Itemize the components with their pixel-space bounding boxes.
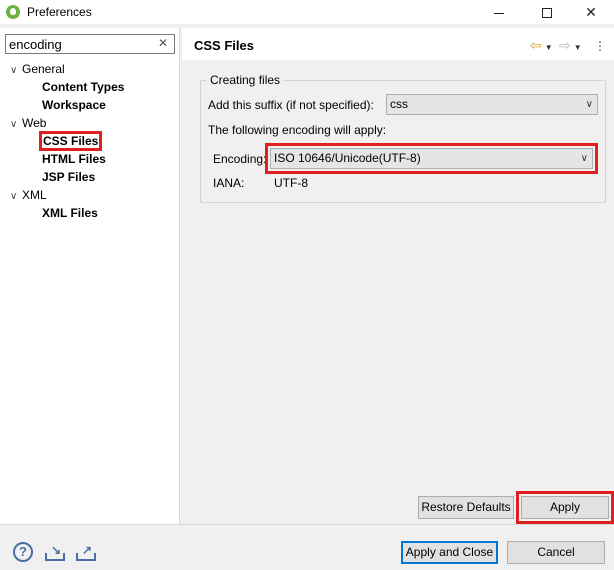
encoding-value: ISO 10646/Unicode(UTF-8) <box>274 151 421 165</box>
dropdown-icon[interactable]: ▼ <box>574 43 582 52</box>
minimize-button[interactable] <box>476 0 522 24</box>
export-icon[interactable]: ↗ <box>75 543 97 561</box>
import-icon[interactable]: ↘ <box>44 543 66 561</box>
tree-item-general[interactable]: ∨ General <box>10 60 65 78</box>
suffix-value: css <box>390 97 408 111</box>
iana-value: UTF-8 <box>274 176 308 190</box>
chevron-down-icon[interactable]: ∨ <box>10 116 22 134</box>
window-title: Preferences <box>27 5 92 19</box>
tree-item-label: CSS Files <box>38 131 103 151</box>
close-button[interactable]: ✕ <box>568 0 614 24</box>
page-navigation: ⇦ ▼ ⇨ ▼ ⋮ <box>530 37 606 54</box>
creating-files-group: Creating files <box>200 73 606 203</box>
chevron-down-icon[interactable]: ∨ <box>586 95 593 114</box>
tree-item-label: Web <box>22 116 47 130</box>
iana-label: IANA: <box>213 176 245 190</box>
forward-arrow-icon[interactable]: ⇨ <box>559 37 571 53</box>
suffix-select[interactable]: css ∨ <box>386 94 598 115</box>
tree-item-xml-files[interactable]: XML Files <box>42 204 98 222</box>
help-icon[interactable]: ? <box>13 542 33 562</box>
back-arrow-icon[interactable]: ⇦ <box>530 37 542 53</box>
filter-input[interactable] <box>9 36 154 52</box>
page-header: CSS Files ⇦ ▼ ⇨ ▼ ⋮ <box>182 28 614 60</box>
encoding-select[interactable]: ISO 10646/Unicode(UTF-8) ∨ <box>265 143 598 174</box>
maximize-button[interactable] <box>524 0 570 24</box>
preference-tree-panel: ✕ ∨General Content Types Workspace ∨Web … <box>0 28 180 524</box>
spring-app-icon <box>6 5 20 19</box>
encoding-note: The following encoding will apply: <box>208 123 387 137</box>
tree-item-label: Content Types <box>42 80 125 94</box>
dropdown-icon[interactable]: ▼ <box>545 43 553 52</box>
tree-item-xml[interactable]: ∨ XML <box>10 186 47 204</box>
apply-and-close-button[interactable]: Apply and Close <box>401 541 498 564</box>
tree-item-web[interactable]: ∨ Web <box>10 114 46 132</box>
tree-item-label: XML Files <box>42 206 98 220</box>
filter-field: ✕ <box>5 34 175 54</box>
clear-filter-icon[interactable]: ✕ <box>158 36 168 50</box>
chevron-down-icon[interactable]: ∨ <box>581 149 588 168</box>
tree-item-label: JSP Files <box>42 170 96 184</box>
chevron-down-icon[interactable]: ∨ <box>10 188 22 206</box>
tree-item-jsp-files[interactable]: JSP Files <box>42 168 95 186</box>
dialog-footer: ? ↘ ↗ Apply and Close Cancel <box>0 524 614 570</box>
suffix-label: Add this suffix (if not specified): <box>208 98 374 112</box>
tree-item-label: XML <box>22 188 47 202</box>
encoding-label: Encoding: <box>213 152 267 166</box>
page-title: CSS Files <box>194 38 254 53</box>
apply-button[interactable]: Apply <box>516 491 614 524</box>
preference-page: CSS Files ⇦ ▼ ⇨ ▼ ⋮ Creating files Add thi… <box>182 28 614 524</box>
tree-item-label: Workspace <box>42 98 106 112</box>
tree-item-html-files[interactable]: HTML Files <box>42 150 106 168</box>
view-menu-icon[interactable]: ⋮ <box>594 39 606 53</box>
tree-item-content-types[interactable]: Content Types <box>42 78 124 96</box>
restore-defaults-button[interactable]: Restore Defaults <box>418 496 514 519</box>
cancel-button[interactable]: Cancel <box>507 541 605 564</box>
chevron-down-icon[interactable]: ∨ <box>10 62 22 80</box>
group-legend: Creating files <box>210 73 281 87</box>
tree-item-css-files[interactable]: CSS Files <box>38 131 103 151</box>
tree-item-label: General <box>22 62 65 76</box>
title-bar: Preferences ✕ <box>0 0 614 24</box>
tree-item-workspace[interactable]: Workspace <box>42 96 106 114</box>
tree-item-label: HTML Files <box>42 152 106 166</box>
